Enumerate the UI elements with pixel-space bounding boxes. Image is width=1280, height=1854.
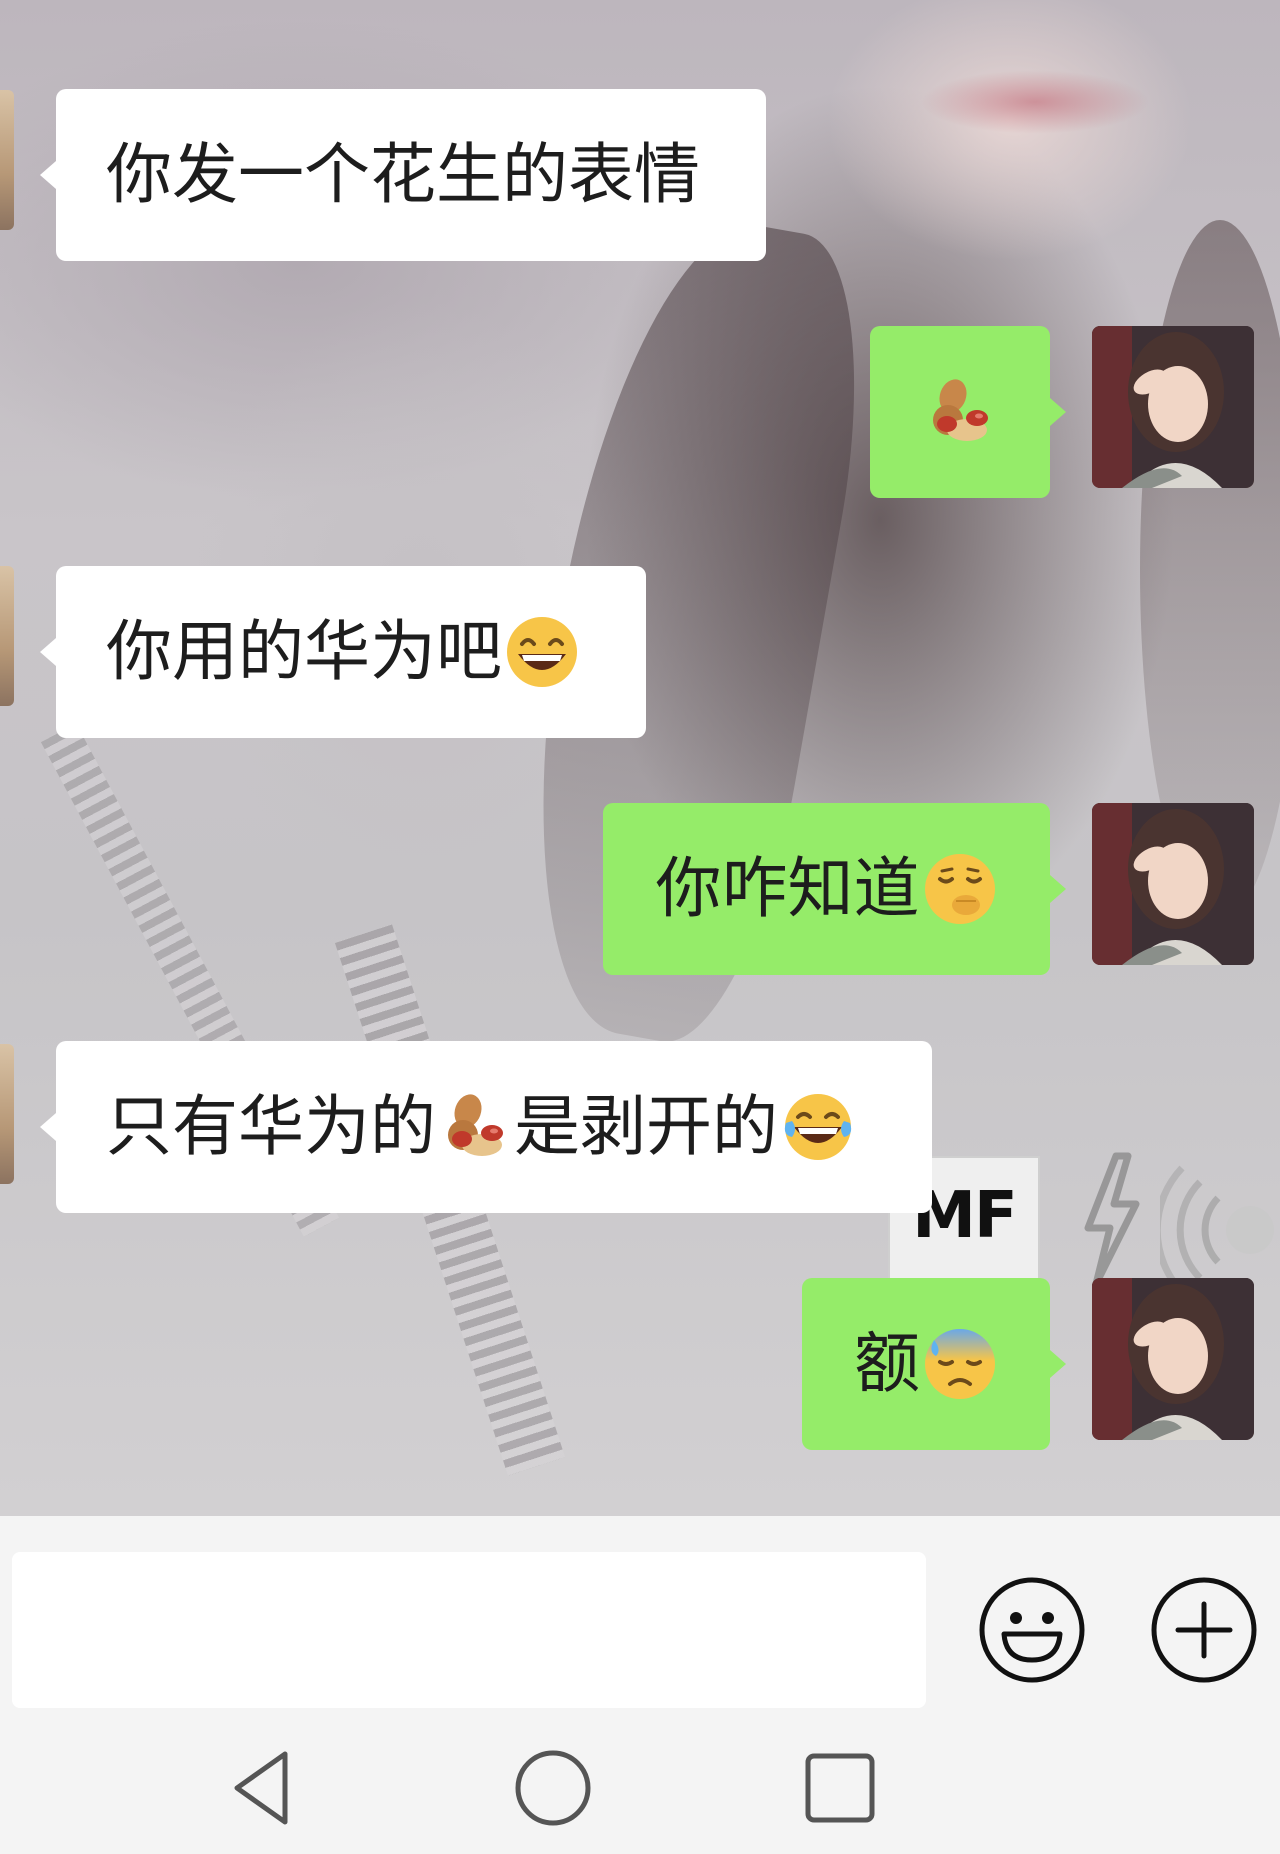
nav-home-button[interactable] (503, 1738, 603, 1838)
message-text: 只有华为的 (106, 1088, 436, 1165)
recents-square-icon (805, 1753, 875, 1823)
wallpaper-lips (920, 70, 1150, 134)
more-button[interactable] (1150, 1576, 1258, 1684)
message-text: 你用的华为吧 (106, 613, 502, 690)
avatar-portrait (1092, 326, 1254, 488)
lightning-bolt-icon (1084, 1152, 1140, 1288)
peanut-emoji (933, 379, 988, 441)
message-text: 额 (854, 1325, 920, 1402)
anxious-face-with-sweat-emoji (925, 1329, 995, 1399)
chat-area[interactable]: MF 你发一个花生的表情 你用的华为吧 你咋知道 只有华为的 是剥开的 额 (0, 0, 1280, 1516)
avatar-portrait (1092, 1278, 1254, 1440)
message-bubble-incoming[interactable]: 只有华为的 是剥开的 (40, 1041, 932, 1213)
message-bubble-incoming[interactable]: 你用的华为吧 (40, 566, 646, 738)
my-avatar[interactable] (1092, 803, 1254, 965)
face-with-tears-of-joy-emoji (784, 1094, 852, 1160)
home-circle-icon (515, 1750, 591, 1826)
grinning-face-emoji (507, 617, 577, 687)
face-with-hand-over-mouth-emoji (924, 854, 995, 924)
avatar-portrait (1092, 803, 1254, 965)
my-avatar[interactable] (1092, 326, 1254, 488)
my-avatar[interactable] (1092, 1278, 1254, 1440)
peanut-emoji (448, 1094, 503, 1156)
contact-avatar[interactable] (0, 90, 14, 230)
message-bubble-incoming[interactable]: 你发一个花生的表情 (40, 89, 766, 261)
message-bubble-outgoing[interactable]: 额 (802, 1278, 1066, 1450)
message-bubble-outgoing[interactable]: 你咋知道 (603, 803, 1066, 975)
back-triangle-icon (234, 1751, 288, 1825)
system-nav-bar (0, 1712, 1280, 1854)
message-text: 你咋知道 (655, 850, 920, 927)
contact-avatar[interactable] (0, 1044, 14, 1184)
emoji-button[interactable] (978, 1576, 1086, 1684)
signal-waves-icon (1160, 1165, 1274, 1290)
nav-back-button[interactable] (213, 1738, 313, 1838)
input-bar (0, 1516, 1280, 1712)
plus-circle-icon (1151, 1577, 1257, 1683)
nav-recents-button[interactable] (790, 1738, 890, 1838)
smiley-icon (979, 1577, 1085, 1683)
message-bubble-outgoing[interactable] (870, 326, 1066, 498)
contact-avatar[interactable] (0, 566, 14, 706)
message-input[interactable] (12, 1552, 926, 1708)
message-text: 是剥开的 (514, 1088, 778, 1165)
message-text: 你发一个花生的表情 (106, 136, 700, 213)
